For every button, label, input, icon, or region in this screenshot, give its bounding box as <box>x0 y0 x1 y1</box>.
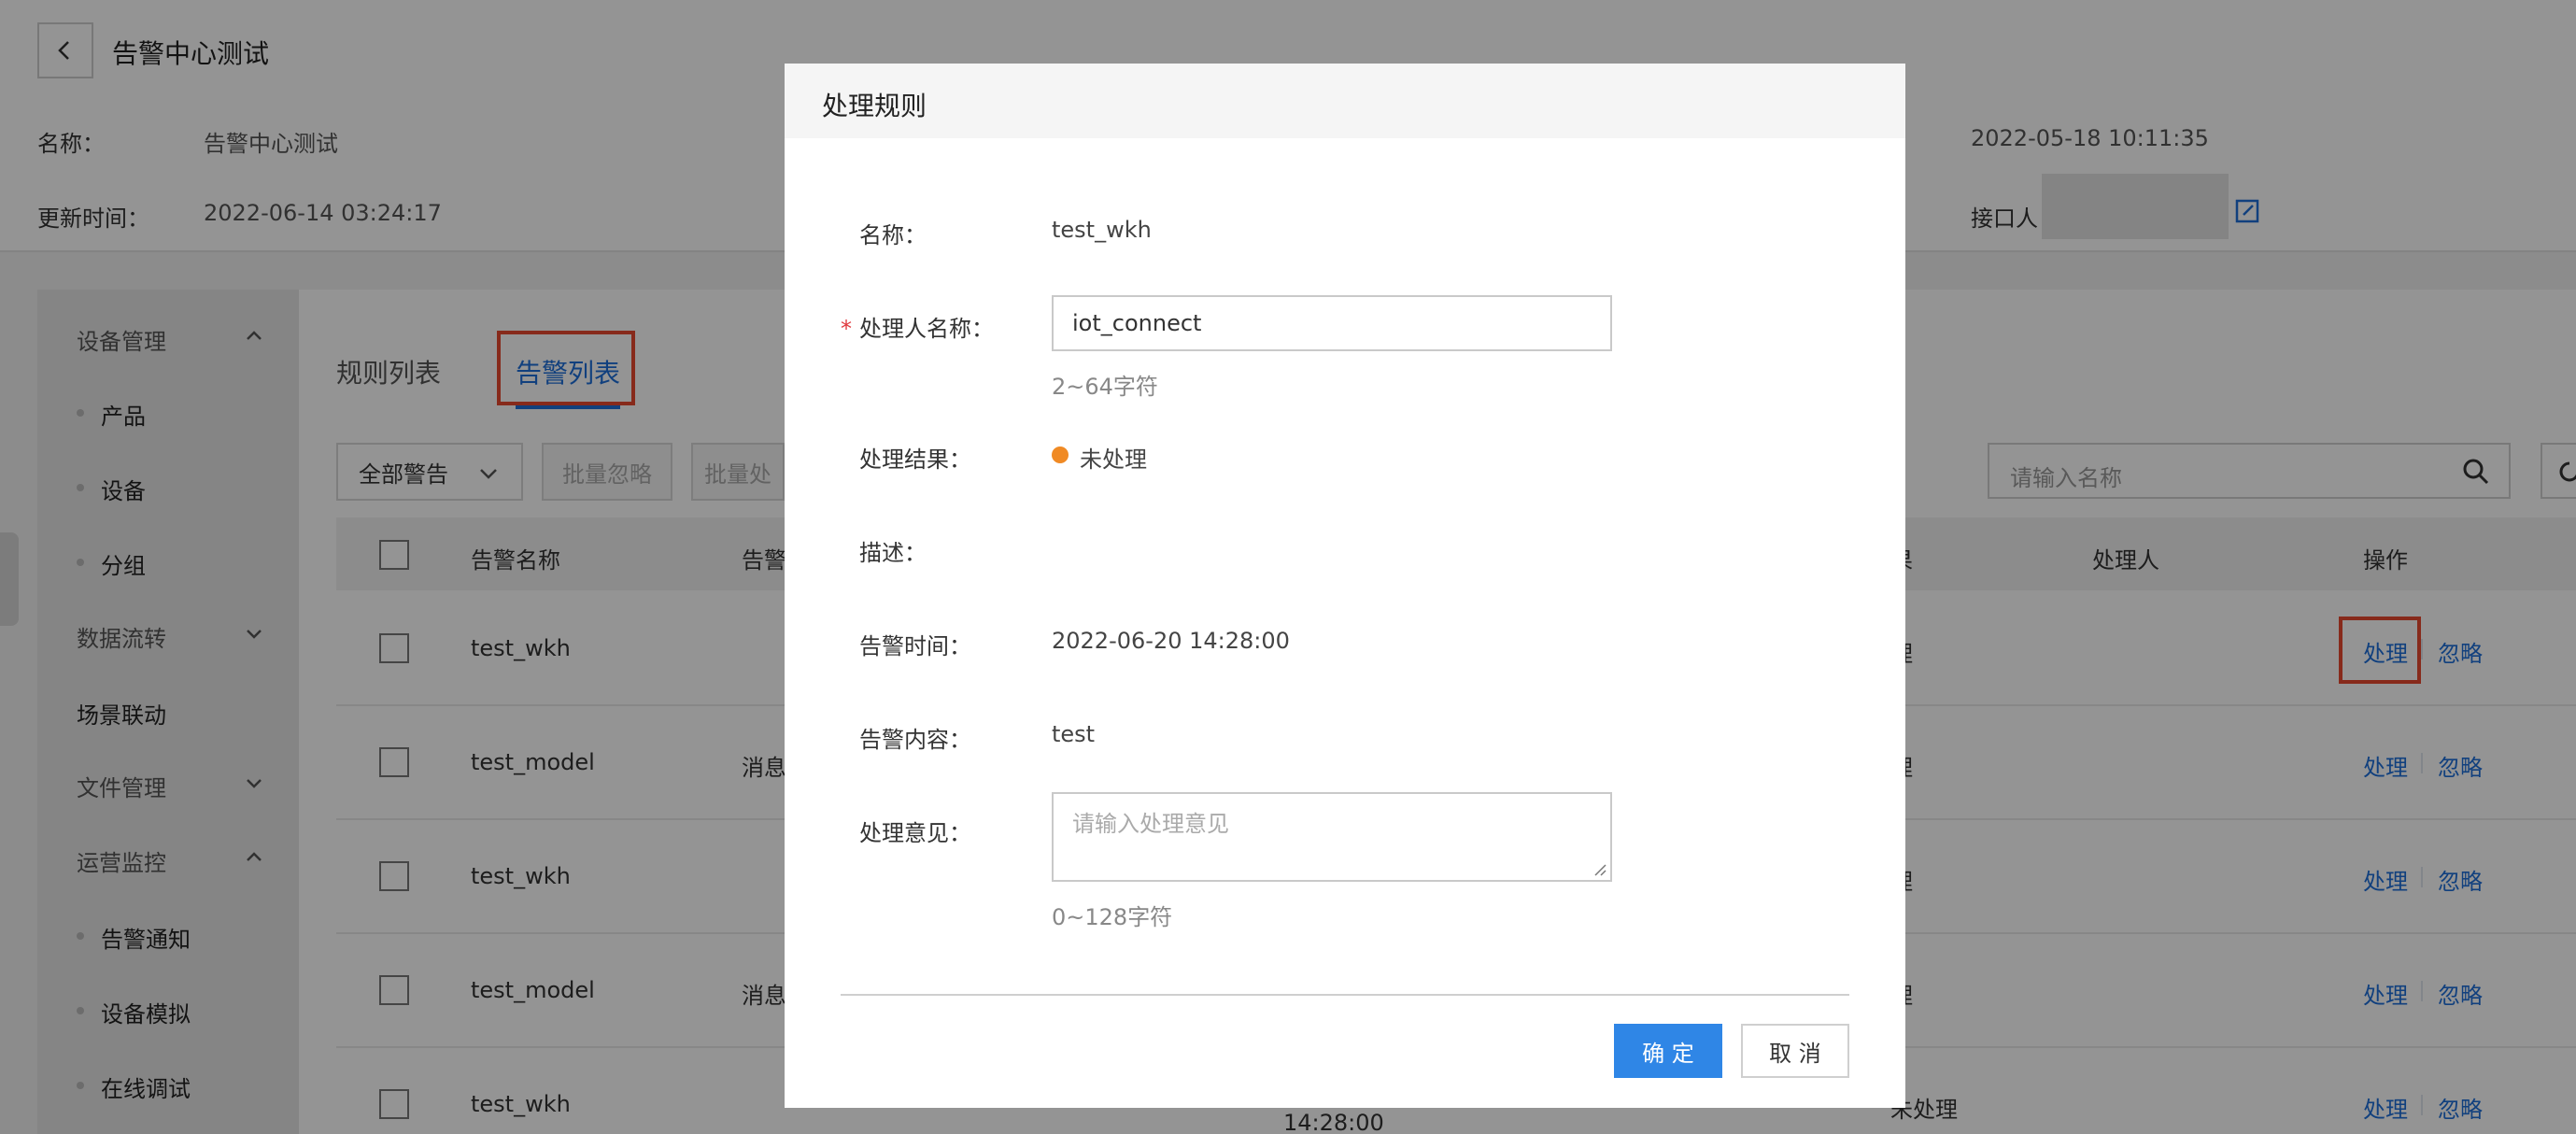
dialog-header: 处理规则 <box>785 64 1905 138</box>
opinion-placeholder: 请输入处理意见 <box>1072 811 1229 837</box>
result-value: 未处理 <box>1080 447 1147 473</box>
name-label: 名称： <box>859 222 927 248</box>
description-label: 描述： <box>859 540 927 566</box>
handler-name-input[interactable]: iot_connect <box>1052 295 1612 351</box>
alarm-content-label: 告警内容： <box>859 727 971 753</box>
dialog-divider <box>841 994 1849 996</box>
name-value: test_wkh <box>1052 217 1152 243</box>
opinion-textarea[interactable]: 请输入处理意见 <box>1052 792 1612 882</box>
alarm-content-value: test <box>1052 721 1096 747</box>
result-label: 处理结果： <box>859 447 971 473</box>
resize-handle-icon[interactable] <box>1592 861 1606 876</box>
status-dot-icon <box>1052 447 1069 463</box>
opinion-label: 处理意见： <box>859 820 971 846</box>
handler-name-hint: 2~64字符 <box>1052 374 1158 400</box>
opinion-hint: 0~128字符 <box>1052 904 1173 930</box>
cancel-button[interactable]: 取 消 <box>1741 1024 1849 1078</box>
required-marker: * <box>841 316 852 342</box>
alarm-time-label: 告警时间： <box>859 633 971 659</box>
alarm-time-value: 2022-06-20 14:28:00 <box>1052 628 1290 654</box>
process-rule-dialog: 处理规则 名称： test_wkh * 处理人名称： iot_connect 2~… <box>785 64 1905 1108</box>
handler-name-label-row: * 处理人名称： <box>841 310 994 343</box>
handler-name-label: 处理人名称： <box>859 316 994 342</box>
confirm-button[interactable]: 确 定 <box>1614 1024 1722 1078</box>
dialog-title: 处理规则 <box>822 91 927 121</box>
